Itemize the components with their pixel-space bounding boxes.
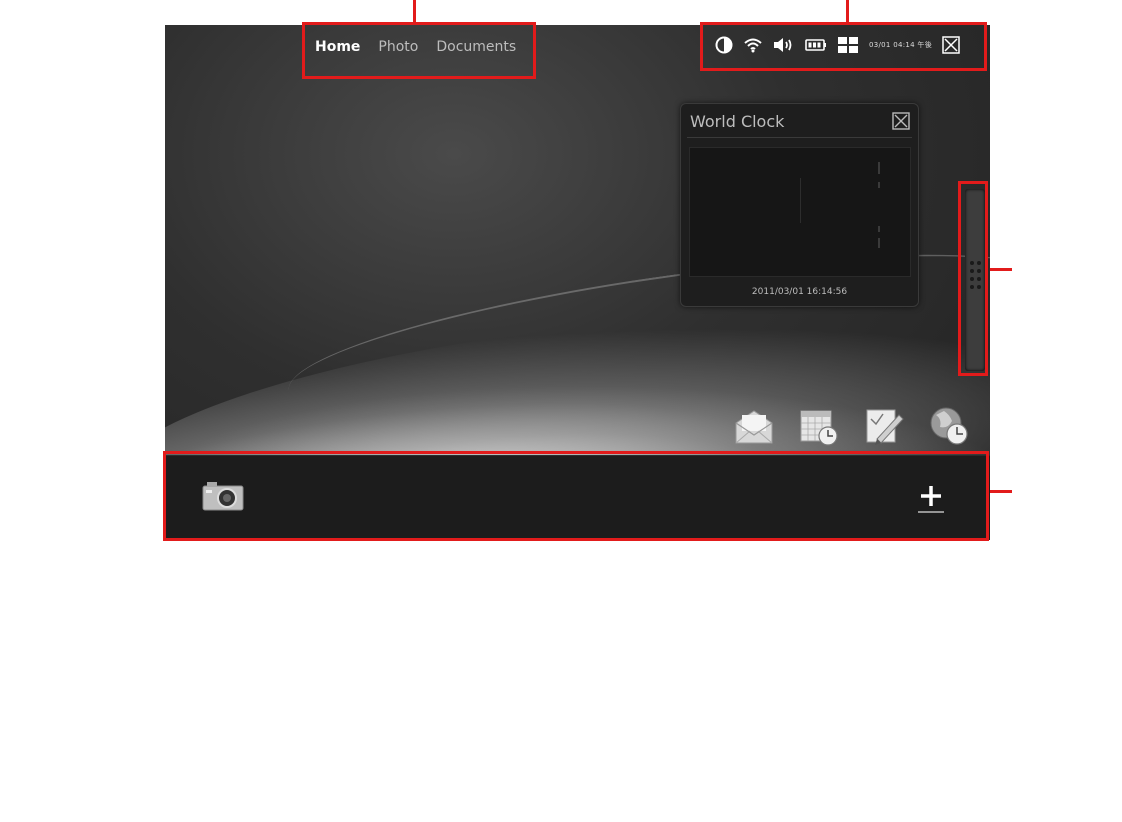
callout-line-dock bbox=[987, 490, 1012, 493]
world-clock-widget[interactable]: World Clock 2011/03/01 16:14:56 bbox=[680, 103, 919, 307]
mail-icon[interactable] bbox=[733, 405, 775, 447]
world-map bbox=[689, 147, 911, 277]
notepad-icon[interactable] bbox=[863, 405, 905, 447]
widget-divider bbox=[687, 137, 912, 138]
map-marker bbox=[878, 162, 880, 174]
callout-line-tabs bbox=[413, 0, 416, 24]
callout-box-dock bbox=[163, 451, 989, 541]
callout-box-handle bbox=[958, 181, 988, 376]
map-divider-line bbox=[800, 178, 801, 223]
callout-box-tabs bbox=[302, 22, 536, 79]
map-marker bbox=[878, 238, 880, 248]
map-marker bbox=[878, 226, 880, 232]
widget-title: World Clock bbox=[690, 112, 785, 131]
widget-close-icon[interactable] bbox=[892, 112, 910, 134]
map-marker bbox=[878, 182, 880, 188]
callout-box-status bbox=[700, 22, 987, 71]
world-clock-icon[interactable] bbox=[928, 405, 970, 447]
widget-timestamp: 2011/03/01 16:14:56 bbox=[751, 287, 848, 297]
calendar-clock-icon[interactable] bbox=[798, 405, 840, 447]
callout-line-status bbox=[846, 0, 849, 24]
desktop-shortcuts bbox=[733, 405, 970, 447]
